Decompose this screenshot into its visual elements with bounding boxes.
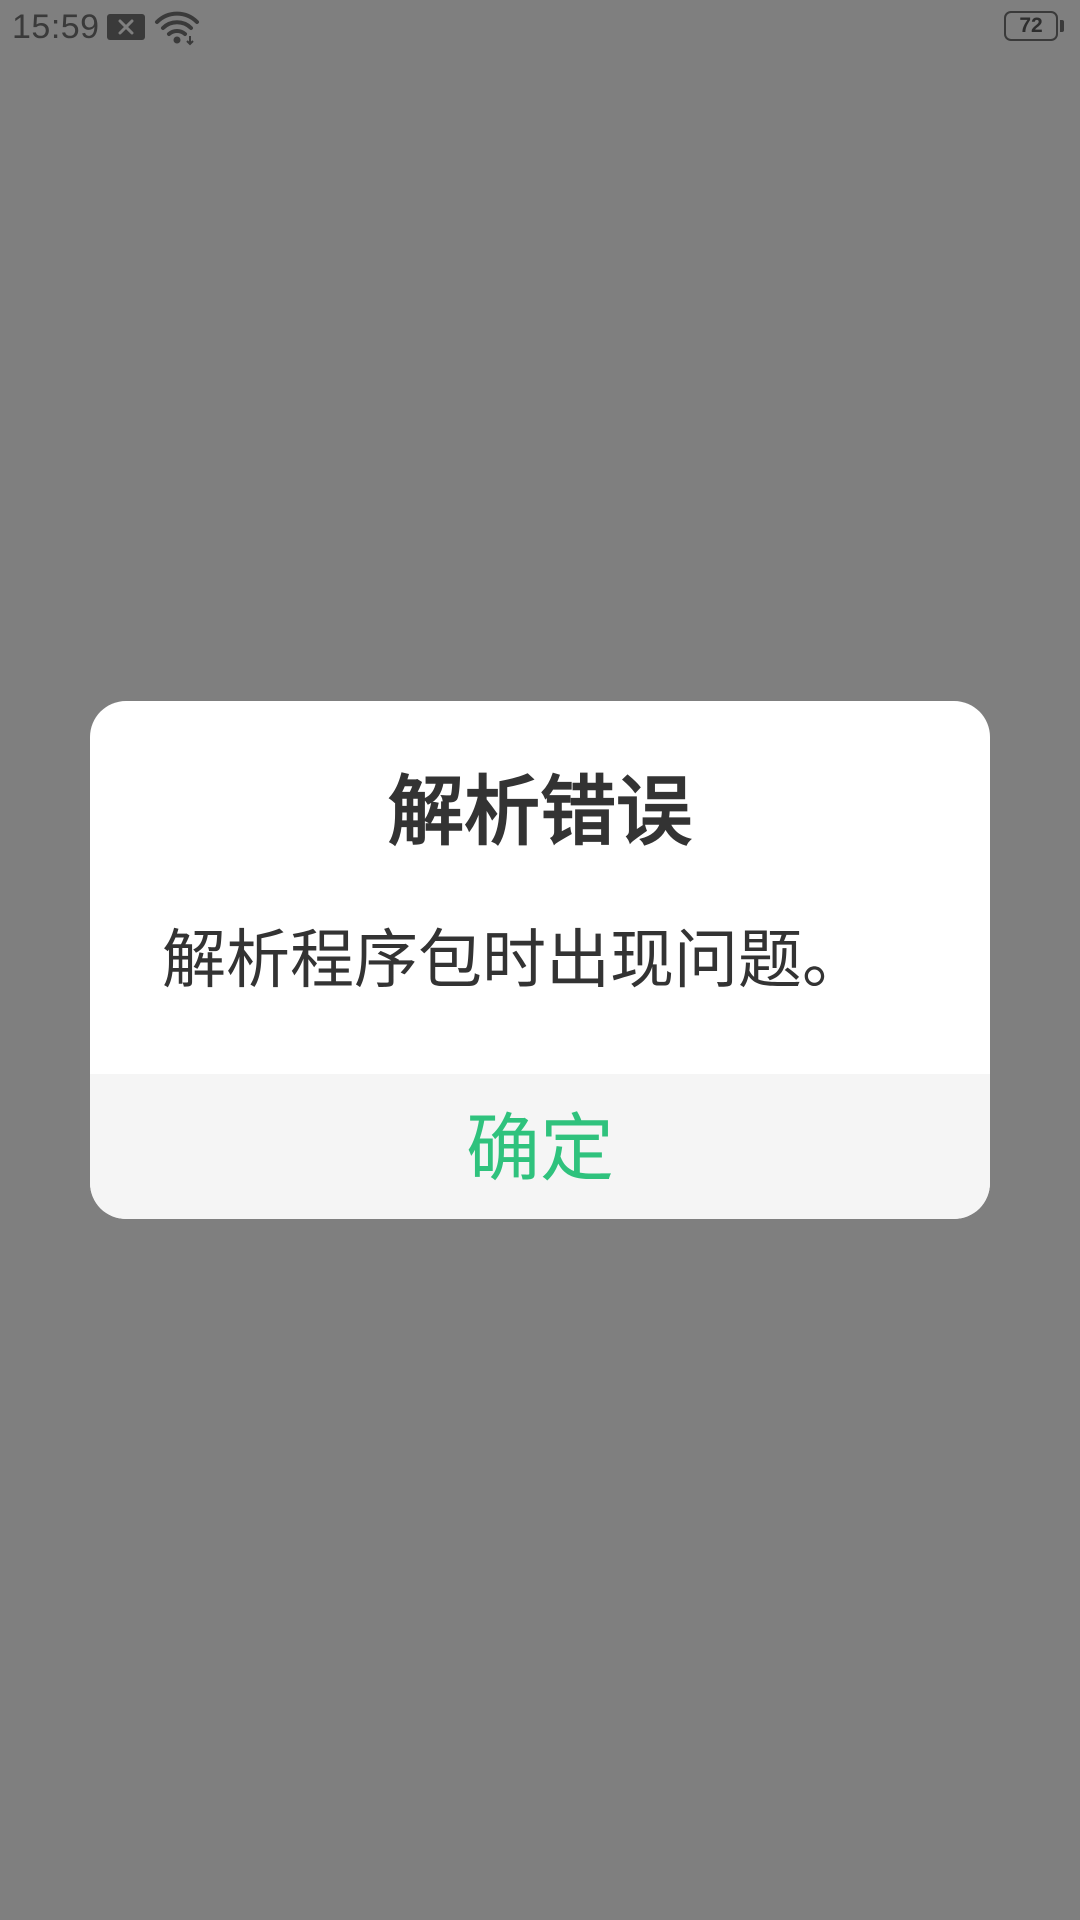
dialog-title: 解析错误 bbox=[388, 767, 692, 856]
status-time: 15:59 bbox=[12, 8, 100, 46]
notification-x-icon bbox=[107, 14, 145, 40]
battery-icon: 72 bbox=[1004, 11, 1064, 43]
status-bar: 15:59 72 bbox=[0, 0, 1080, 56]
wifi-icon bbox=[155, 11, 199, 46]
battery-level: 72 bbox=[1019, 14, 1043, 37]
dialog-footer: 确定 bbox=[90, 1074, 990, 1219]
dialog-message: 解析程序包时出现问题。 bbox=[162, 924, 866, 998]
parse-error-dialog: 解析错误 解析程序包时出现问题。 确定 bbox=[90, 701, 990, 1219]
confirm-button[interactable]: 确定 bbox=[90, 1074, 990, 1219]
